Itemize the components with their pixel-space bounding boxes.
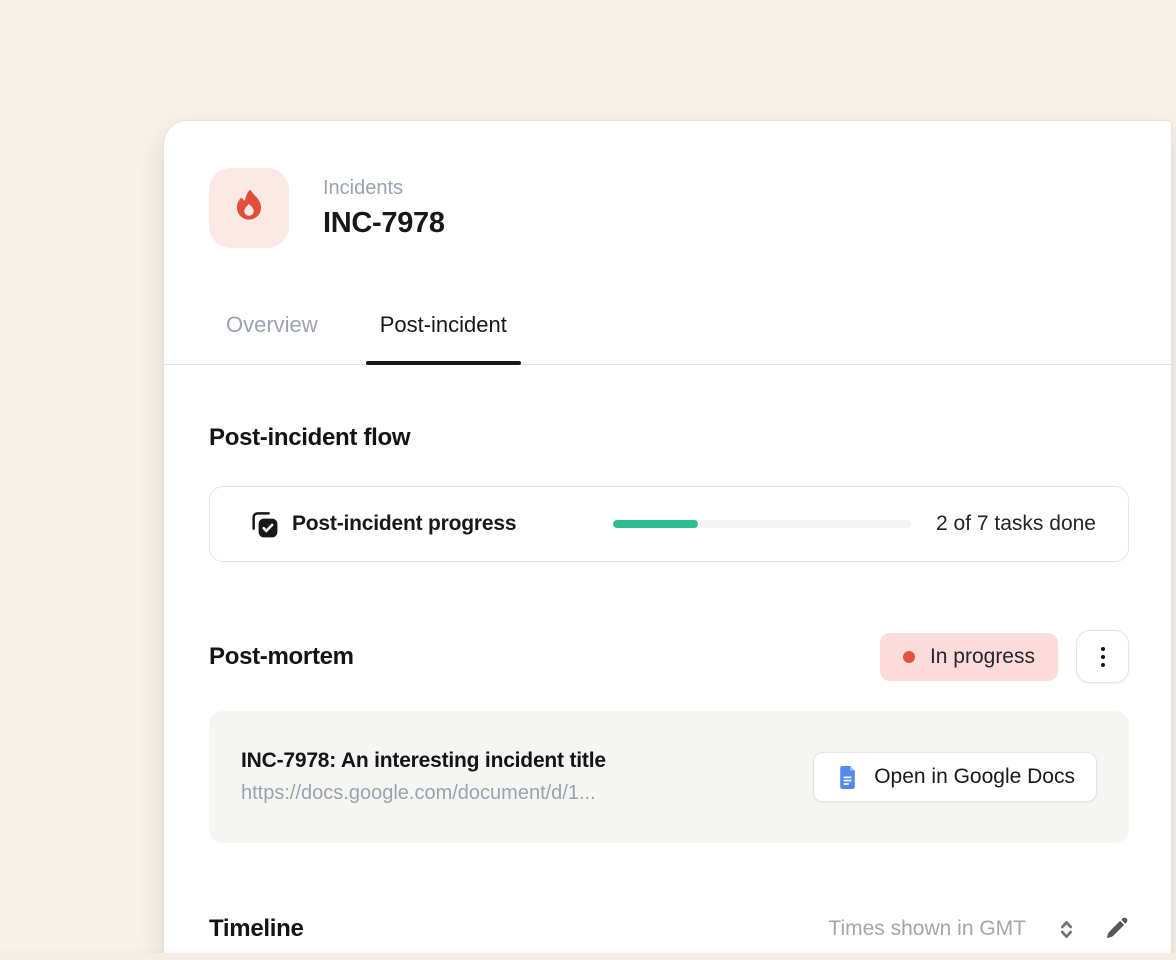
- tab-overview[interactable]: Overview: [212, 312, 332, 364]
- section-heading-flow: Post-incident flow: [209, 424, 1129, 452]
- timezone-select-button[interactable]: [1054, 917, 1079, 942]
- timezone-note: Times shown in GMT: [828, 917, 1026, 941]
- tab-post-incident[interactable]: Post-incident: [366, 312, 521, 364]
- incident-panel: Incidents INC-7978 Overview Post-inciden…: [163, 120, 1172, 953]
- status-label: In progress: [930, 645, 1035, 669]
- doc-url[interactable]: https://docs.google.com/document/d/1...: [241, 782, 606, 805]
- post-mortem-doc-card: INC-7978: An interesting incident title …: [209, 711, 1129, 843]
- post-incident-progress-card[interactable]: Post-incident progress 2 of 7 tasks done: [209, 486, 1129, 562]
- tasks-check-icon: [249, 509, 280, 540]
- pencil-icon: [1103, 916, 1129, 942]
- section-heading-post-mortem: Post-mortem: [209, 643, 354, 671]
- google-docs-icon: [835, 765, 860, 790]
- bottom-shadow-strip: [0, 953, 1176, 960]
- progress-fill: [613, 520, 698, 528]
- timeline-header: Timeline Times shown in GMT: [209, 915, 1129, 943]
- tab-bar: Overview Post-incident: [164, 312, 1171, 365]
- page-title: INC-7978: [323, 207, 445, 240]
- doc-info: INC-7978: An interesting incident title …: [241, 749, 606, 805]
- progress-label: Post-incident progress: [292, 512, 516, 536]
- incident-type-tile: [209, 168, 289, 248]
- progress-bar: [613, 520, 911, 528]
- doc-title: INC-7978: An interesting incident title: [241, 749, 606, 773]
- section-heading-timeline: Timeline: [209, 915, 304, 943]
- incident-header: Incidents INC-7978: [209, 168, 1129, 248]
- status-badge[interactable]: In progress: [880, 633, 1058, 681]
- flame-icon: [230, 187, 268, 230]
- post-incident-flow-section: Post-incident flow Post-incident progres…: [209, 424, 1129, 562]
- progress-count-text: 2 of 7 tasks done: [936, 512, 1096, 536]
- post-mortem-header: Post-mortem In progress: [209, 630, 1129, 683]
- open-google-docs-label: Open in Google Docs: [874, 765, 1075, 789]
- incident-meta: Incidents INC-7978: [323, 177, 445, 240]
- kebab-menu-icon: [1101, 647, 1105, 667]
- breadcrumb: Incidents: [323, 177, 445, 200]
- status-dot-icon: [903, 651, 915, 663]
- open-google-docs-button[interactable]: Open in Google Docs: [813, 752, 1097, 802]
- chevron-updown-icon: [1054, 917, 1079, 942]
- post-mortem-menu-button[interactable]: [1076, 630, 1129, 683]
- edit-timeline-button[interactable]: [1103, 916, 1129, 942]
